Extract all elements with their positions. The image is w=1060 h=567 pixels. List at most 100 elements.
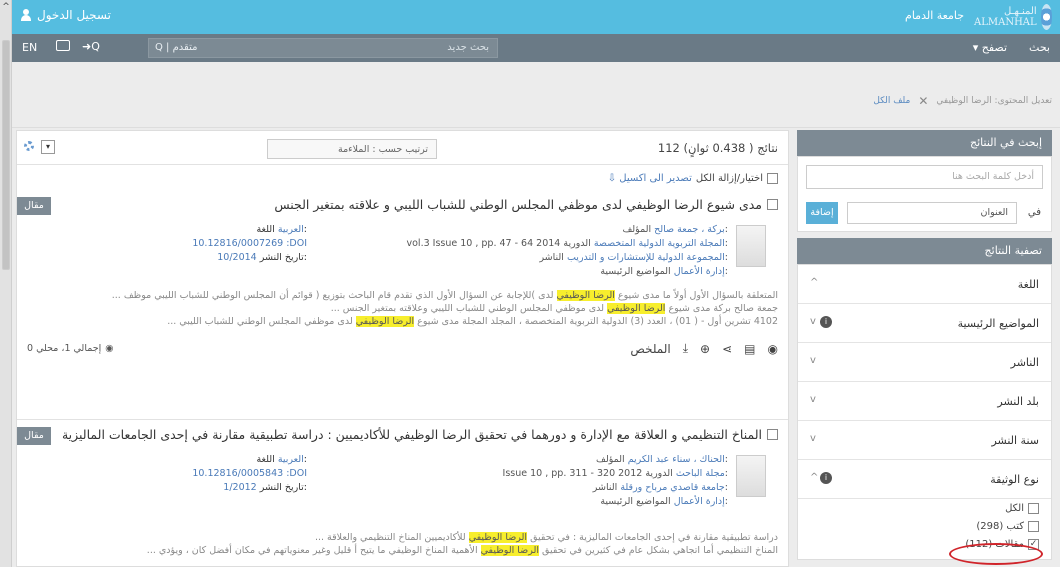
nav-menu: ▾ تصفح بحث	[973, 41, 1050, 54]
result-meta-left: العربية اللغة: 10.12816/0007269 :DOI 10/…	[157, 223, 307, 265]
result-meta: الحناك ، سناء عبد الكريم المؤلف: Issue 1…	[502, 454, 728, 507]
select-all-label: اختيار/إزالة الكل	[695, 173, 763, 184]
keyboard-icon[interactable]	[56, 40, 70, 51]
publisher-link[interactable]: المجموعة الدولية للإستشارات و التدريب	[567, 252, 725, 263]
page-size-select[interactable]: ▾	[41, 140, 55, 154]
info-icon[interactable]: i	[820, 472, 832, 484]
language-toggle[interactable]: EN	[22, 41, 37, 54]
download-icon[interactable]: ⤓	[683, 341, 688, 356]
login-label: تسجيل الدخول	[37, 8, 111, 22]
active-filters: ملف الكل ✕ تعديل المحتوى: الرضا الوظيفي	[873, 94, 1052, 108]
facet-year[interactable]: سنة النشر v	[798, 421, 1051, 460]
volume-info: Issue 10 , pp. 311 - 320 2012	[502, 468, 643, 479]
search-menu[interactable]: بحث	[1029, 41, 1050, 54]
results-panel: ▾ ترتيب حسب : الملاءمة 112 نتائج ( 0.438…	[16, 130, 789, 567]
result-thumbnail[interactable]	[736, 225, 766, 267]
result-actions: الملخص ⤓ ⊕ ⋖ ▤ ◉	[630, 341, 778, 356]
app: تسجيل الدخول جامعة الدمام المنـهـل ALMAN…	[12, 0, 1060, 567]
result-thumbnail[interactable]	[736, 455, 766, 497]
result-item: مقال مدى شيوع الرضا الوظيفي لدى موظفي ال…	[17, 197, 788, 397]
globe-icon[interactable]: ⊕	[700, 342, 710, 356]
publisher-link[interactable]: جامعة قاصدي مرباح ورقلة	[620, 482, 724, 493]
sort-select[interactable]: ترتيب حسب : الملاءمة	[267, 139, 437, 159]
settings-icon[interactable]	[24, 141, 34, 151]
publish-date: 10/2014	[217, 252, 257, 263]
search-placeholder: بحث جديد	[447, 42, 489, 53]
select-all-checkbox[interactable]	[767, 173, 778, 184]
facet-language[interactable]: اللغة ^	[798, 265, 1051, 304]
result-title[interactable]: مدى شيوع الرضا الوظيفي لدى موظفي المجلس …	[274, 197, 762, 212]
author-link[interactable]: بركة ، جمعة صالح	[654, 224, 725, 235]
facet-publisher[interactable]: الناشر v	[798, 343, 1051, 382]
scroll-thumb[interactable]	[2, 40, 10, 270]
chevron-down-icon: v	[810, 316, 816, 327]
result-checkbox[interactable]	[767, 429, 778, 440]
facets: اللغة ^ المواضيع الرئيسية v i الناشر v ب…	[797, 264, 1052, 565]
topics-link[interactable]: إدارة الأعمال	[674, 496, 725, 507]
result-abstract: دراسة تطبيقية مقارنة في إحدى الجامعات ال…	[146, 532, 778, 556]
publish-date: 1/2012	[223, 482, 257, 493]
sidebar: إبحث في النتائج أدخل كلمة البحث هنا في ا…	[797, 130, 1052, 567]
source-link[interactable]: المجلة التربوية الدولية المتخصصة	[594, 238, 725, 249]
active-filter-label: تعديل المحتوى: الرضا الوظيفي	[936, 96, 1052, 106]
search-within-box: أدخل كلمة البحث هنا في العنوان إضافة	[797, 156, 1052, 232]
search-within-input[interactable]: أدخل كلمة البحث هنا	[806, 165, 1043, 189]
filter-title: تصفية النتائج	[797, 238, 1052, 264]
doi-value[interactable]: 10.12816/0007269 :DOI	[157, 237, 307, 251]
login-button[interactable]: تسجيل الدخول	[20, 8, 111, 22]
option-books[interactable]: كتب (298)	[976, 521, 1039, 532]
highlight: الرضا الوظيفي	[355, 316, 415, 327]
add-filter-button[interactable]: إضافة	[806, 202, 838, 224]
type-tag: مقال	[17, 427, 51, 445]
result-meta-left: العربية اللغة: 10.12816/0005843 :DOI 1/2…	[157, 453, 307, 495]
remove-filter-icon[interactable]: ✕	[918, 94, 928, 108]
search-arrow-icon[interactable]: ➜Q	[82, 40, 100, 53]
facet-country[interactable]: بلد النشر v	[798, 382, 1051, 421]
export-icon: ⇩	[607, 173, 617, 184]
doi-value[interactable]: 10.12816/0005843 :DOI	[157, 467, 307, 481]
language-value: العربية	[277, 224, 304, 235]
browse-menu[interactable]: ▾ تصفح	[973, 41, 1007, 54]
logo-text-ar: المنـهـل	[1003, 6, 1037, 17]
facet-doc-type[interactable]: نوع الوثيقة ^ i	[798, 460, 1051, 499]
author-link[interactable]: الحناك ، سناء عبد الكريم	[628, 454, 725, 465]
search-within-title: إبحث في النتائج	[797, 130, 1052, 156]
language-value: العربية	[277, 454, 304, 465]
scroll-up-icon[interactable]: ^	[1, 2, 11, 12]
top-header: تسجيل الدخول جامعة الدمام المنـهـل ALMAN…	[12, 0, 1060, 34]
export-excel-link[interactable]: ⇩ تصدير الى اكسيل	[608, 173, 692, 184]
option-checkbox[interactable]	[1028, 521, 1039, 532]
search-icon: Q	[155, 42, 163, 53]
result-title[interactable]: المناخ التنظيمي و العلاقة مع الإدارة و د…	[62, 427, 762, 442]
facet-topics[interactable]: المواضيع الرئيسية v i	[798, 304, 1051, 343]
field-select[interactable]: العنوان	[847, 202, 1017, 224]
cite-icon[interactable]: ▤	[744, 342, 755, 356]
result-item: مقال المناخ التنظيمي و العلاقة مع الإدار…	[17, 427, 788, 567]
option-checkbox[interactable]	[1028, 503, 1039, 514]
results-header: ▾ ترتيب حسب : الملاءمة 112 نتائج ( 0.438…	[17, 131, 788, 165]
logo-icon	[1040, 4, 1052, 30]
search-input[interactable]: Q | متقدم بحث جديد	[148, 38, 498, 58]
topics-link[interactable]: إدارة الأعمال	[674, 266, 725, 277]
bookmark-icon[interactable]: ◉	[768, 342, 778, 356]
advanced-search-link[interactable]: متقدم	[173, 42, 198, 53]
user-icon	[20, 9, 32, 21]
select-all-row: ⇩ تصدير الى اكسيل اختيار/إزالة الكل	[608, 173, 778, 184]
share-icon[interactable]: ⋖	[722, 342, 732, 356]
info-icon[interactable]: i	[820, 316, 832, 328]
source-link[interactable]: مجلة الباحث	[676, 468, 725, 479]
search-field-row: في العنوان إضافة	[798, 197, 1051, 231]
university-name[interactable]: جامعة الدمام	[905, 9, 964, 22]
summary-link[interactable]: الملخص	[630, 342, 670, 356]
clear-all-link[interactable]: ملف الكل	[873, 96, 910, 106]
divider	[17, 419, 788, 420]
chevron-down-icon: v	[810, 433, 816, 444]
highlight: الرضا الوظيفي	[556, 290, 615, 301]
logo-text-en: ALMANHAL	[974, 17, 1037, 28]
almanhal-logo[interactable]: المنـهـل ALMANHAL	[974, 2, 1052, 32]
breadcrumb: ملف الكل ✕ تعديل المحتوى: الرضا الوظيفي	[12, 62, 1060, 128]
option-all[interactable]: الكل	[1005, 503, 1039, 514]
results-count: 112 نتائج ( 0.438 ثوانٍ)	[657, 141, 778, 155]
result-checkbox[interactable]	[767, 199, 778, 210]
page-scrollbar[interactable]: ^	[0, 0, 12, 567]
